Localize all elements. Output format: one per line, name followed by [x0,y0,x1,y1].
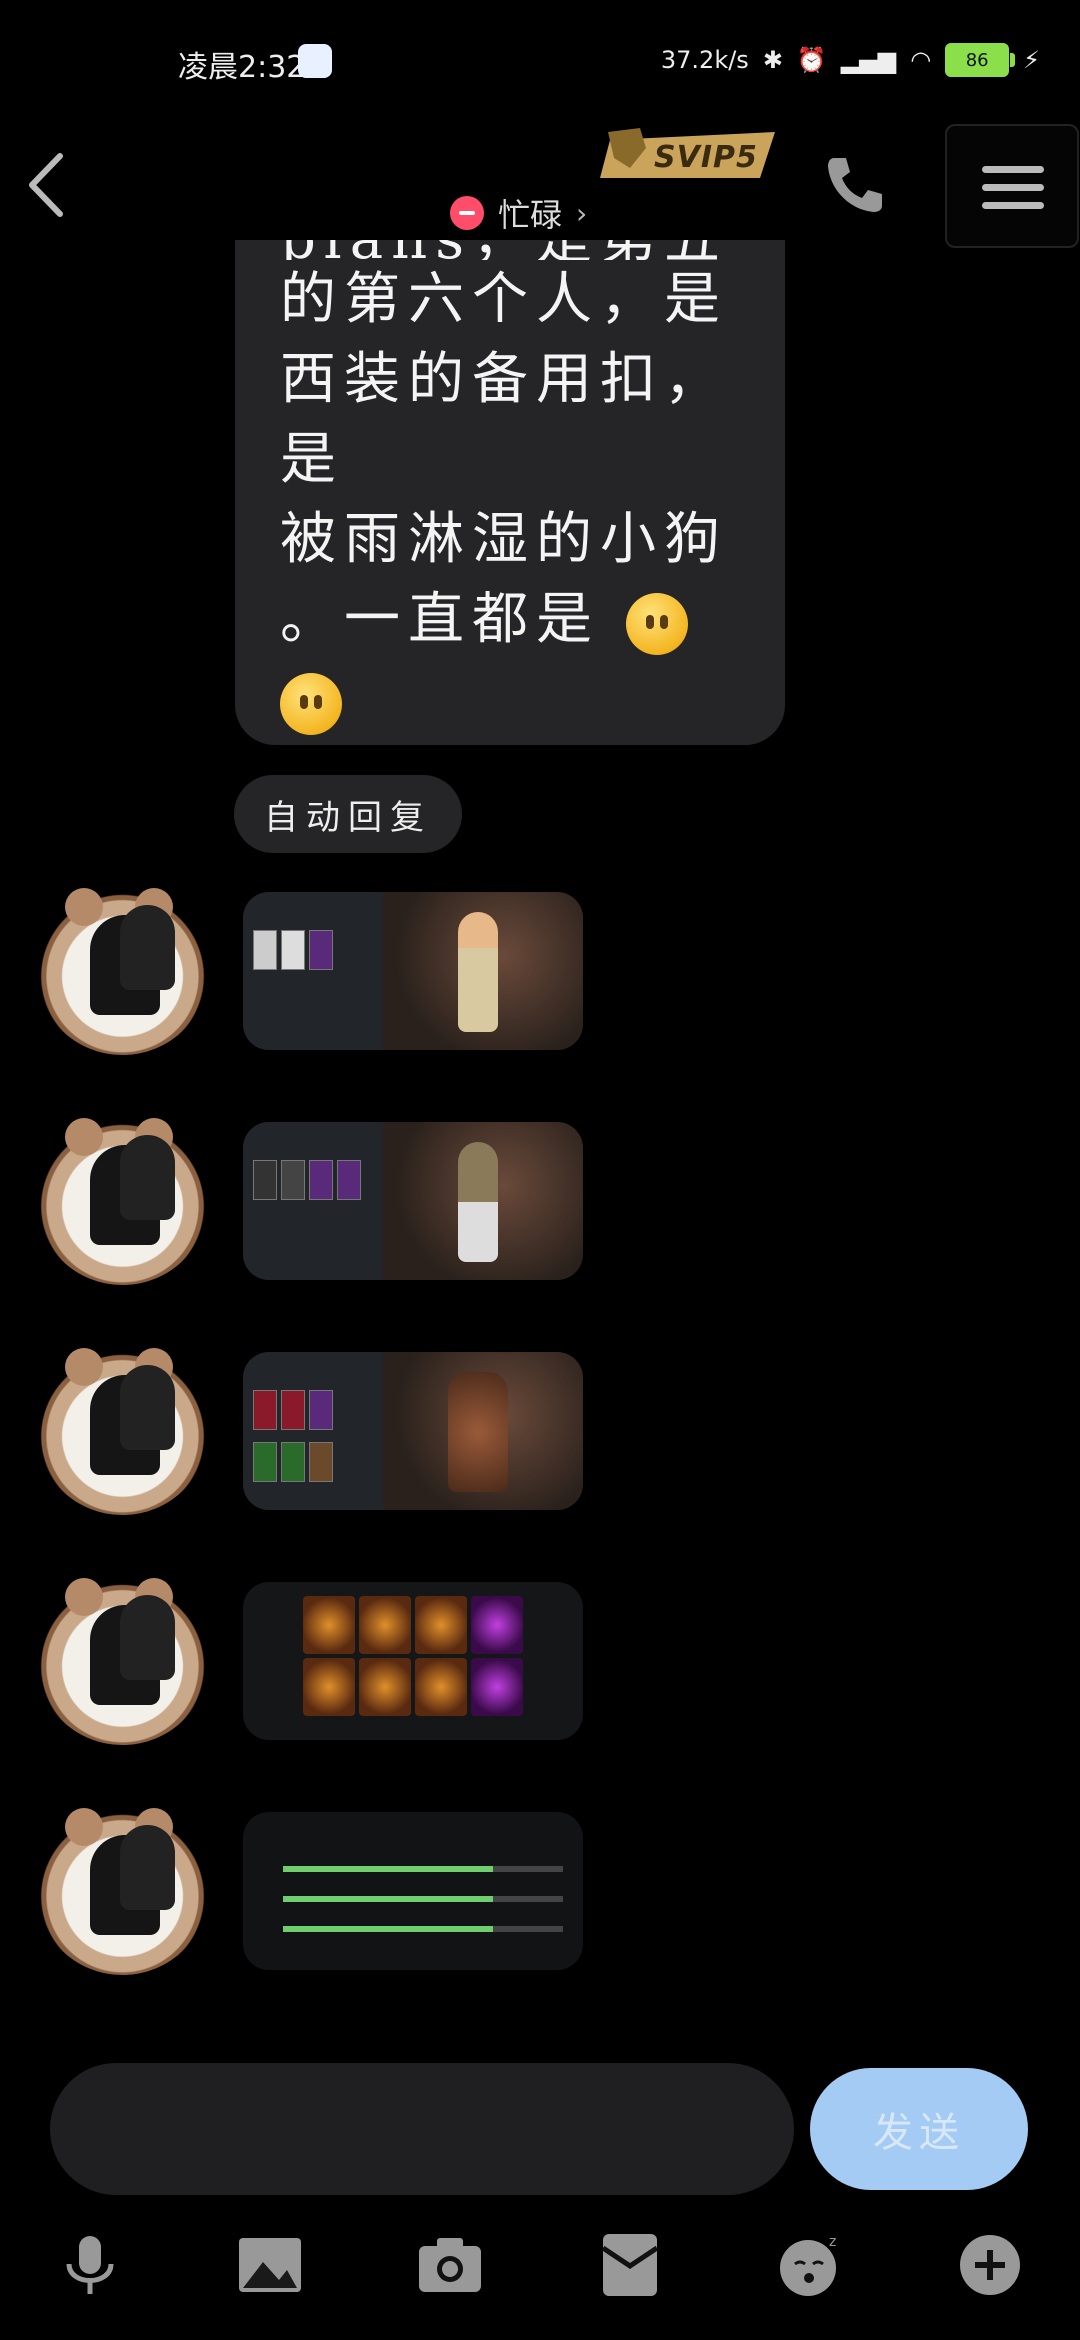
avatar[interactable] [35,1110,210,1285]
screenshot-thumbnail[interactable] [243,1582,583,1740]
menu-line-icon [982,184,1044,191]
status-bar: 凌晨2:32 37.2k/s ✱ ⏰ ▂▄▆ ◠ 86 ⚡ [0,0,1080,120]
plus-icon[interactable] [955,2230,1025,2300]
app-notification-icon [298,44,332,78]
message-line: 。一直都是 [280,587,600,652]
message-bubble[interactable]: plans，是第五都 的第六个人，是 西装的备用扣，是 被雨淋湿的小狗 。一直都… [235,240,785,745]
back-arrow-icon[interactable] [22,150,72,220]
alarm-icon: ⏰ [796,46,827,74]
busy-status-icon [450,196,484,230]
image-message [0,1110,1080,1290]
screenshot-thumbnail[interactable] [243,1352,583,1510]
bluetooth-icon: ✱ [762,46,783,74]
network-speed: 37.2k/s [660,46,749,74]
wifi-icon: ◠ [910,46,932,74]
avatar[interactable] [35,1800,210,1975]
no-mouth-emoji-icon [280,672,342,735]
character-figure [458,912,498,1032]
mic-icon[interactable] [55,2230,125,2300]
screenshot-thumbnail[interactable] [243,1122,583,1280]
message-line: 的第六个人，是 [280,267,728,332]
phone-call-icon[interactable] [820,150,890,220]
avatar[interactable] [35,1340,210,1515]
signal-icon: ▂▄▆ [840,46,897,74]
camera-icon[interactable] [415,2230,485,2300]
no-mouth-emoji-icon [625,592,688,655]
avatar[interactable] [35,880,210,1055]
battery-icon: 86 [945,43,1016,77]
menu-line-icon [982,166,1044,173]
message-line: plans，是第五都 [280,240,728,260]
auto-reply-tag: 自动回复 [234,775,462,853]
image-message [0,880,1080,1060]
avatar[interactable] [35,1570,210,1745]
clock: 凌晨2:32 [178,50,306,85]
screenshot-thumbnail[interactable] [243,1812,583,1970]
message-line: 被雨淋湿的小狗 [280,507,728,572]
svg-text:z: z [829,2234,836,2250]
send-button[interactable]: 发送 [810,2068,1028,2190]
menu-line-icon [982,202,1044,209]
svip-label: SVIP5 [654,140,758,175]
image-message [0,1570,1080,1750]
red-packet-icon[interactable] [595,2230,665,2300]
image-message [0,1800,1080,1980]
message-input[interactable] [50,2063,794,2195]
image-message [0,1340,1080,1520]
charging-icon: ⚡ [1023,46,1040,74]
image-icon[interactable] [235,2230,305,2300]
emoji-icon[interactable]: z [775,2230,845,2300]
message-line: 西装的备用扣，是 [280,347,728,492]
character-figure [448,1372,508,1492]
chevron-right-icon: › [576,196,588,230]
status-icons: 37.2k/s ✱ ⏰ ▂▄▆ ◠ 86 ⚡ [661,40,1040,80]
svip-badge[interactable]: SVIP5 [600,128,780,184]
online-status[interactable]: 忙碌 › [450,190,587,236]
screenshot-thumbnail[interactable] [243,892,583,1050]
composer-toolbar: z [0,2220,1080,2310]
status-text: 忙碌 [498,196,563,234]
character-figure [458,1142,498,1262]
menu-button[interactable] [945,124,1079,248]
message-text: plans，是第五都 的第六个人，是 西装的备用扣，是 被雨淋湿的小狗 。一直都… [280,240,760,745]
